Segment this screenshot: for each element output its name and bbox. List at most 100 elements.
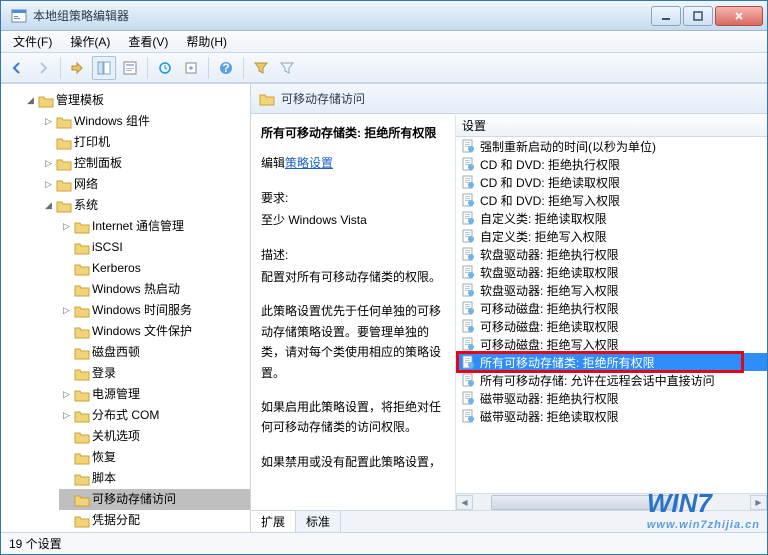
list-item-label: 软盘驱动器: 拒绝读取权限 [480, 264, 619, 281]
collapse-icon[interactable]: ◢ [25, 95, 36, 106]
list-item-label: 磁带驱动器: 拒绝读取权限 [480, 408, 619, 425]
list-item[interactable]: CD 和 DVD: 拒绝写入权限 [456, 191, 767, 209]
list-item-label: 所有可移动存储: 允许在远程会话中直接访问 [480, 372, 715, 389]
menu-action[interactable]: 操作(A) [62, 31, 118, 52]
expand-icon[interactable]: ▷ [43, 179, 54, 190]
tree-node[interactable]: 打印机 [41, 132, 250, 153]
collapse-icon[interactable]: ◢ [43, 200, 54, 211]
tree-label: 关机选项 [92, 427, 140, 446]
menu-help[interactable]: 帮助(H) [178, 31, 235, 52]
tree-label: Windows 时间服务 [92, 301, 192, 320]
export-button[interactable] [179, 56, 203, 80]
up-button[interactable] [66, 56, 90, 80]
status-text: 19 个设置 [9, 535, 62, 552]
tree-node[interactable]: ▷ Windows 时间服务 [59, 300, 250, 321]
list-item[interactable]: CD 和 DVD: 拒绝读取权限 [456, 173, 767, 191]
filter-options-button[interactable] [275, 56, 299, 80]
filter-toggle-button[interactable] [249, 56, 273, 80]
list-item[interactable]: 磁带驱动器: 拒绝执行权限 [456, 389, 767, 407]
tab-standard[interactable]: 标准 [295, 511, 341, 533]
list-item[interactable]: 软盘驱动器: 拒绝写入权限 [456, 281, 767, 299]
menu-view[interactable]: 查看(V) [120, 31, 176, 52]
folder-icon [74, 220, 90, 234]
list-item[interactable]: 软盘驱动器: 拒绝执行权限 [456, 245, 767, 263]
edit-policy-link[interactable]: 策略设置 [285, 156, 333, 170]
app-icon [11, 8, 27, 24]
forward-button[interactable] [31, 56, 55, 80]
edit-prefix: 编辑 [261, 156, 285, 170]
tree-node[interactable]: 可移动存储访问 [59, 489, 250, 510]
expand-icon[interactable]: ▷ [61, 389, 72, 400]
list-item[interactable]: 所有可移动存储: 允许在远程会话中直接访问 [456, 371, 767, 389]
refresh-button[interactable] [153, 56, 177, 80]
menu-file[interactable]: 文件(F) [5, 31, 60, 52]
tree-node-admin-templates[interactable]: ◢管理模板 [23, 90, 250, 111]
description-text: 配置对所有可移动存储类的权限。 [261, 267, 445, 287]
tree-node[interactable]: ▷控制面板 [41, 153, 250, 174]
tree-label: iSCSI [92, 238, 123, 257]
description-label: 描述: [261, 245, 445, 265]
tree-node[interactable]: iSCSI [59, 237, 250, 258]
toolbar: ? [1, 53, 767, 83]
tree-node[interactable]: ▷网络 [41, 174, 250, 195]
tree-pane[interactable]: ◢管理模板 ▷Windows 组件 打印机 ▷控制面板 ▷网络 ◢系统 ▷Int… [1, 84, 251, 532]
list-item[interactable]: 自定义类: 拒绝写入权限 [456, 227, 767, 245]
list-item-label: 可移动磁盘: 拒绝执行权限 [480, 300, 619, 317]
scroll-thumb[interactable] [491, 495, 678, 510]
tree-label: 登录 [92, 364, 116, 383]
list-item[interactable]: 可移动磁盘: 拒绝读取权限 [456, 317, 767, 335]
expand-icon[interactable]: ▷ [61, 221, 72, 232]
folder-icon [74, 430, 90, 444]
expand-icon[interactable]: ▷ [43, 116, 54, 127]
description-text: 如果启用此策略设置，将拒绝对任何可移动存储类的访问权限。 [261, 397, 445, 438]
tree-label: 电源管理 [92, 385, 140, 404]
tree-node[interactable]: 脚本 [59, 468, 250, 489]
back-button[interactable] [5, 56, 29, 80]
tree-node[interactable]: ▷Windows 组件 [41, 111, 250, 132]
list-item[interactable]: 强制重新启动的时间(以秒为单位) [456, 137, 767, 155]
tree-node[interactable]: Kerberos [59, 258, 250, 279]
scroll-left-button[interactable]: ◀ [456, 495, 473, 510]
list-item[interactable]: 可移动磁盘: 拒绝写入权限 [456, 335, 767, 353]
maximize-button[interactable] [683, 6, 713, 26]
column-header-settings[interactable]: 设置 [456, 115, 767, 137]
tree-node[interactable]: ▷Internet 通信管理 [59, 216, 250, 237]
list-item[interactable]: 软盘驱动器: 拒绝读取权限 [456, 263, 767, 281]
expand-icon[interactable]: ▷ [61, 305, 72, 316]
tree-node[interactable]: 磁盘西顿 [59, 342, 250, 363]
tab-extended[interactable]: 扩展 [250, 511, 296, 533]
titlebar[interactable]: 本地组策略编辑器 [1, 1, 767, 31]
show-hide-tree-button[interactable] [92, 56, 116, 80]
tree-node[interactable]: 关机选项 [59, 426, 250, 447]
list-item[interactable]: CD 和 DVD: 拒绝执行权限 [456, 155, 767, 173]
minimize-button[interactable] [651, 6, 681, 26]
list-item[interactable]: 磁带驱动器: 拒绝读取权限 [456, 407, 767, 425]
right-pane: 可移动存储访问 所有可移动存储类: 拒绝所有权限 编辑策略设置 要求: 至少 W… [251, 84, 767, 532]
tree-node-system[interactable]: ◢系统 [41, 195, 250, 216]
list-item[interactable]: 所有可移动存储类: 拒绝所有权限 [456, 353, 767, 371]
scroll-right-button[interactable]: ▶ [750, 495, 767, 510]
tree-node[interactable]: 恢复 [59, 447, 250, 468]
list-item[interactable]: 自定义类: 拒绝读取权限 [456, 209, 767, 227]
list-item-label: 可移动磁盘: 拒绝读取权限 [480, 318, 619, 335]
tree-node[interactable]: Windows 热启动 [59, 279, 250, 300]
help-button[interactable]: ? [214, 56, 238, 80]
close-button[interactable] [715, 6, 763, 26]
svg-text:?: ? [222, 61, 229, 75]
list-item[interactable]: 可移动磁盘: 拒绝执行权限 [456, 299, 767, 317]
tree-node[interactable]: 登录 [59, 363, 250, 384]
properties-button[interactable] [118, 56, 142, 80]
tree-node[interactable]: ▷分布式 COM [59, 405, 250, 426]
tree-node[interactable]: ▷ 电源管理 [59, 384, 250, 405]
expand-icon[interactable]: ▷ [43, 158, 54, 169]
policy-icon [460, 139, 476, 153]
settings-list[interactable]: 强制重新启动的时间(以秒为单位)CD 和 DVD: 拒绝执行权限CD 和 DVD… [456, 137, 767, 493]
horizontal-scrollbar[interactable]: ◀ ▶ [456, 493, 767, 510]
policy-icon [460, 409, 476, 423]
tree-node[interactable]: Windows 文件保护 [59, 321, 250, 342]
policy-icon [460, 391, 476, 405]
folder-icon [74, 346, 90, 360]
expand-icon[interactable]: ▷ [61, 410, 72, 421]
tree-node[interactable]: 凭据分配 [59, 510, 250, 531]
policy-icon [460, 247, 476, 261]
